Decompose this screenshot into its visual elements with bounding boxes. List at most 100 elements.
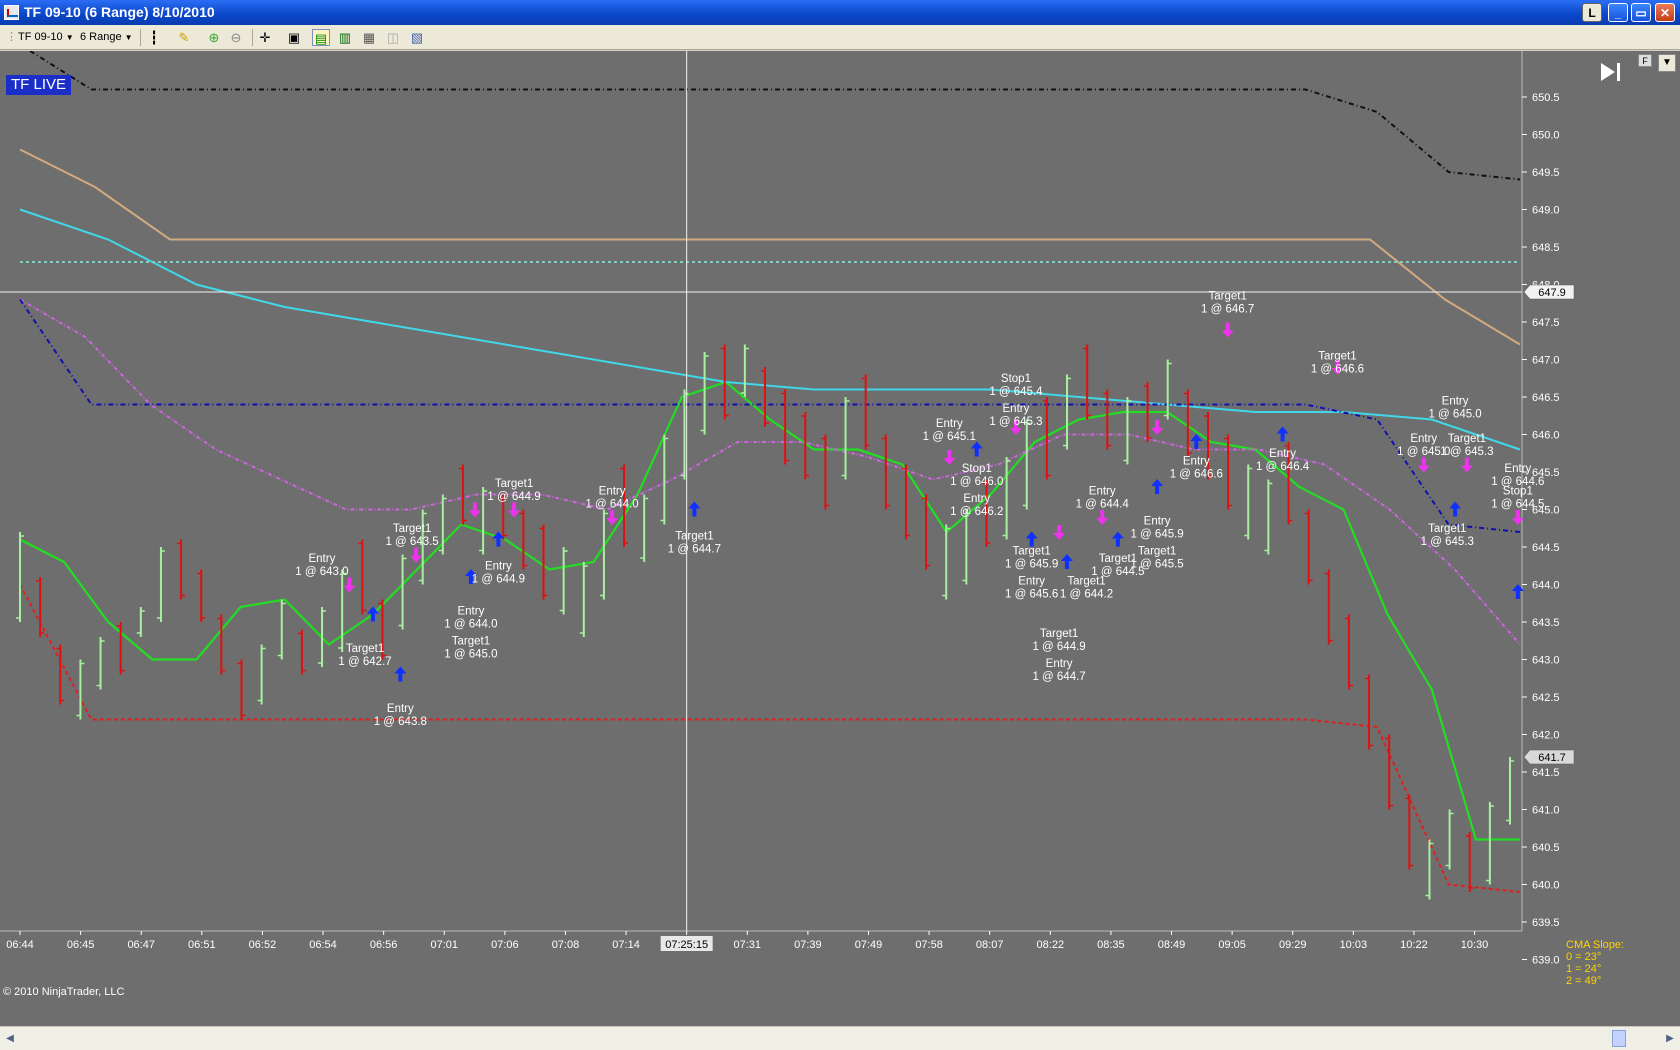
target-arrow <box>468 502 481 518</box>
toolbar-separator <box>140 29 141 46</box>
x-tick-label: 06:45 <box>67 939 95 951</box>
x-tick-label: 07:06 <box>491 939 519 951</box>
chart-toolbar: ⋮ TF 09-10 ▼ 6 Range ▼ ┇ ✎ ⊕ ⊖ ✛ ▣ ▤ ▥ ▦… <box>0 25 1680 50</box>
live-badge: TF LIVE <box>6 75 72 95</box>
entry-arrow <box>1276 426 1289 442</box>
trade-annotation: Entry <box>1269 448 1296 460</box>
y-tick-label: 640.0 <box>1532 880 1560 892</box>
period-selector[interactable]: 6 Range ▼ <box>80 30 133 45</box>
x-tick-label: 09:29 <box>1279 939 1307 951</box>
y-tick-label: 641.5 <box>1532 767 1560 779</box>
x-tick-label: 08:22 <box>1037 939 1065 951</box>
indicator-line <box>19 208 1521 451</box>
trade-annotation: 1 @ 644.2 <box>1060 589 1113 601</box>
x-tick-label: 06:47 <box>127 939 155 951</box>
x-tick-label: 07:31 <box>734 939 762 951</box>
trade-annotation: Stop1 <box>962 463 992 475</box>
zoom-out-icon[interactable]: ⊖ <box>227 29 245 46</box>
x-tick-label: 10:30 <box>1461 939 1489 951</box>
trade-annotation: Entry <box>599 486 626 498</box>
trade-annotation: Target1 <box>1040 628 1078 640</box>
trade-annotation: Target1 <box>1138 546 1176 558</box>
strategies-icon[interactable]: ▥ <box>336 29 354 46</box>
target-arrow <box>943 450 956 465</box>
y-tick-label: 640.5 <box>1532 842 1560 854</box>
trade-annotation: 1 @ 643.0 <box>295 566 348 578</box>
cma-slope-line: 0 = 23° <box>1566 951 1602 963</box>
trade-annotation: 1 @ 643.5 <box>385 536 438 548</box>
horizontal-scrollbar[interactable]: ◀ ▶ <box>0 1026 1680 1050</box>
close-button[interactable]: ✕ <box>1655 3 1675 22</box>
y-tick-label: 642.0 <box>1532 730 1560 742</box>
trade-annotation: Target1 <box>452 636 490 648</box>
minimize-button[interactable]: _ <box>1608 3 1628 22</box>
trade-annotation: Entry <box>457 606 484 618</box>
chevron-down-icon[interactable]: ▼ <box>1658 54 1676 72</box>
y-tick-label: 649.0 <box>1532 205 1560 217</box>
trade-annotation: 1 @ 642.7 <box>338 656 391 668</box>
y-tick-label: 641.0 <box>1532 805 1560 817</box>
maximize-button[interactable]: ▭ <box>1631 3 1651 22</box>
trade-annotation: Target1 <box>495 478 533 490</box>
snapshot-icon[interactable]: ◫ <box>384 29 402 46</box>
trade-annotation: 1 @ 646.6 <box>1170 469 1223 481</box>
scrollbar-thumb[interactable] <box>1612 1030 1626 1047</box>
trade-annotation: 1 @ 645.3 <box>1421 536 1474 548</box>
trade-annotation: 1 @ 644.9 <box>1032 641 1085 653</box>
trade-annotation: 1 @ 645.3 <box>989 416 1042 428</box>
panel-float-icon[interactable]: F <box>1638 54 1652 67</box>
price-marker-label: 647.9 <box>1538 287 1566 299</box>
trade-annotation: Entry <box>1003 403 1030 415</box>
trade-annotation: Entry <box>1183 456 1210 468</box>
entry-arrow <box>1111 531 1124 547</box>
y-tick-label: 647.0 <box>1532 355 1560 367</box>
x-tick-label: 06:44 <box>6 939 34 951</box>
scroll-right-icon[interactable]: ▶ <box>1662 1031 1678 1047</box>
y-tick-label: 644.0 <box>1532 580 1560 592</box>
trade-annotation: 1 @ 645.4 <box>989 386 1043 398</box>
trade-annotation: 1 @ 644.9 <box>472 574 525 586</box>
template-icon[interactable]: ▧ <box>408 29 426 46</box>
y-tick-label: 650.0 <box>1532 130 1560 142</box>
link-button[interactable]: L <box>1582 3 1602 22</box>
trade-annotation: 1 @ 644.7 <box>1032 671 1085 683</box>
trade-annotation: Target1 <box>393 523 431 535</box>
target-arrow <box>1151 420 1164 435</box>
scroll-left-icon[interactable]: ◀ <box>2 1031 18 1047</box>
chart-properties-icon[interactable]: ▦ <box>360 29 378 46</box>
indicator-line <box>19 584 1521 893</box>
trade-annotation: Entry <box>485 561 512 573</box>
pencil-draw-icon[interactable]: ✎ <box>175 29 193 46</box>
trade-annotation: Entry <box>1504 463 1531 475</box>
entry-arrow <box>1190 434 1203 449</box>
y-tick-label: 643.5 <box>1532 617 1560 629</box>
instrument-selector[interactable]: TF 09-10 ▼ <box>18 30 74 45</box>
target-arrow <box>343 577 356 593</box>
target-arrow <box>606 510 619 525</box>
cma-slope-legend: CMA Slope: 0 = 23° 1 = 24° 2 = 49° <box>1566 939 1624 987</box>
entry-arrow <box>688 501 701 517</box>
y-tick-label: 646.5 <box>1532 392 1560 404</box>
entry-arrow <box>1025 531 1038 547</box>
y-tick-label: 642.5 <box>1532 692 1560 704</box>
period-label: 6 Range <box>80 31 122 43</box>
trade-annotation: Entry <box>308 553 335 565</box>
x-tick-label: 06:56 <box>370 939 398 951</box>
y-tick-label: 643.0 <box>1532 655 1560 667</box>
data-box-icon[interactable]: ▣ <box>285 29 303 46</box>
trade-annotation: 1 @ 644.9 <box>487 491 540 503</box>
trade-annotation: 1 @ 644.0 <box>585 499 638 511</box>
crosshair-icon[interactable]: ✛ <box>256 29 274 46</box>
chart-area[interactable]: 650.5650.0649.5649.0648.5648.0647.5647.0… <box>0 51 1680 1026</box>
indicators-icon[interactable]: ▤ <box>312 29 330 46</box>
price-chart[interactable]: 650.5650.0649.5649.0648.5648.0647.5647.0… <box>0 51 1680 1026</box>
bar-style-icon[interactable]: ┇ <box>145 29 163 46</box>
trade-annotation: Entry <box>1410 433 1437 445</box>
trade-annotation: Target1 <box>1428 523 1466 535</box>
scroll-to-end-icon[interactable] <box>1598 60 1624 84</box>
trade-annotation: 1 @ 643.8 <box>374 716 427 728</box>
zoom-in-icon[interactable]: ⊕ <box>205 29 223 46</box>
trade-annotation: 1 @ 646.0 <box>950 476 1003 488</box>
toolbar-grip: ⋮ <box>6 31 17 43</box>
window-title: TF 09-10 (6 Range) 8/10/2010 <box>24 4 215 20</box>
